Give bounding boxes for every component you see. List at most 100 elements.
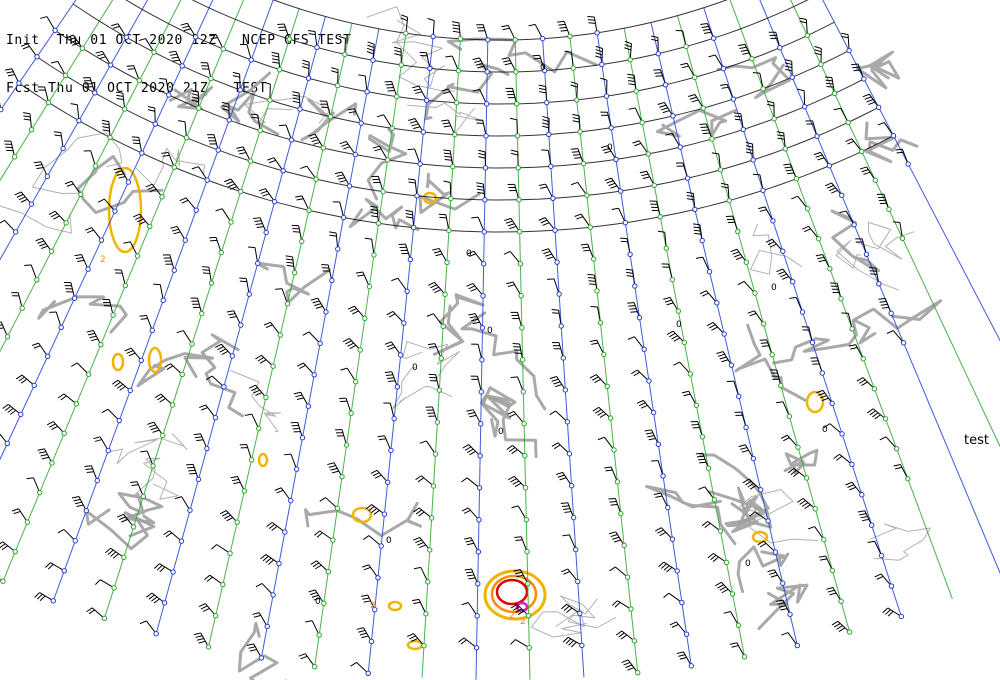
station-circle (631, 638, 638, 644)
station-circle (375, 220, 382, 226)
station-circle (628, 606, 634, 612)
barb-flag (256, 226, 264, 228)
barb-flag (831, 189, 838, 194)
barb-flag (769, 571, 777, 575)
barb-flag (159, 566, 166, 573)
barb-flag (478, 152, 486, 156)
barb-flag (866, 99, 874, 103)
wind-barb (255, 583, 276, 598)
barb-flag (343, 146, 351, 150)
barb-flag (610, 534, 618, 538)
barb-flag (508, 447, 516, 452)
barb-flag (255, 223, 263, 225)
barb-flag (407, 633, 414, 637)
wind-barb (209, 34, 226, 52)
station-circle (793, 176, 800, 182)
barb-flag (102, 126, 110, 129)
barb-flag (783, 163, 791, 166)
barb-flag (466, 283, 474, 287)
station-circle (743, 259, 750, 265)
coastline-path (424, 63, 510, 121)
station-circle (479, 357, 485, 363)
wind-barb (20, 43, 40, 60)
wind-barb (791, 195, 811, 212)
station-circle (421, 643, 427, 649)
station-circle (49, 460, 55, 466)
station-circle (789, 74, 795, 80)
station-circle (845, 119, 851, 126)
barb-flag (588, 283, 597, 286)
barb-flag (742, 52, 750, 55)
barb-flag (469, 414, 477, 418)
wind-barb (738, 444, 757, 462)
barb-flag (408, 181, 416, 184)
wind-barb (0, 321, 11, 340)
barb-flag (706, 321, 714, 327)
barb-flag (39, 451, 47, 454)
barb-flag (597, 411, 604, 416)
barb-flag (609, 566, 616, 572)
barb-flag (328, 465, 336, 468)
barb-flag (388, 313, 396, 318)
wind-barb (805, 120, 820, 139)
barb-flag (612, 536, 620, 540)
wind-barb (783, 163, 800, 182)
barb-flag (570, 181, 578, 186)
barb-flag (276, 489, 284, 494)
station-circle (669, 276, 676, 283)
station-circle (339, 473, 345, 480)
wind-barb (64, 180, 84, 198)
station-circle (829, 567, 836, 574)
barb-flag (464, 446, 472, 451)
wind-barb (386, 311, 407, 326)
barb-flag (111, 23, 119, 27)
wind-barb (11, 508, 31, 525)
station-circle (475, 549, 482, 555)
barb-flag (867, 540, 875, 544)
barb-flag (209, 34, 217, 37)
barb-flag (5, 68, 13, 71)
station-circle (516, 197, 522, 203)
barb-flag (226, 517, 234, 522)
station-circle (821, 536, 827, 543)
wind-barb (551, 309, 564, 329)
station-circle (859, 492, 865, 498)
barb-flag (538, 84, 546, 88)
barb-flag (409, 635, 416, 640)
station-circle (554, 259, 560, 265)
barb-flag (444, 158, 452, 161)
station-circle (827, 266, 833, 272)
station-circle (71, 295, 78, 301)
station-circle (238, 188, 244, 195)
barb-flag (71, 496, 79, 499)
barb-flag (148, 594, 155, 600)
station-circle (264, 623, 270, 630)
contour-yellow (257, 452, 269, 468)
station-circle (327, 114, 334, 120)
barb-flag (669, 621, 677, 626)
wind-barb (139, 620, 159, 637)
station-circle (515, 165, 521, 171)
barb-flag (686, 194, 694, 198)
barb-flag (825, 79, 833, 82)
barb-flag (564, 511, 572, 513)
coastline-path (736, 545, 790, 594)
barb-flag (738, 444, 746, 448)
meridian-line (759, 0, 1000, 575)
wind-barb (49, 311, 64, 330)
wind-barb (37, 448, 55, 466)
wind-barb (15, 374, 37, 389)
station-circle (63, 220, 69, 226)
barb-flag (337, 177, 346, 180)
wind-barb (818, 555, 836, 574)
station-circle (650, 409, 657, 416)
side-label: test (964, 433, 989, 448)
station-circle (226, 117, 232, 123)
barb-flag (542, 222, 550, 226)
barb-flag (666, 566, 673, 573)
barb-flag (419, 440, 427, 444)
contour-label-layer: 2222000000000000 (100, 63, 828, 627)
barb-flag (418, 511, 425, 517)
barb-flag (262, 555, 269, 562)
wind-barb (274, 487, 294, 504)
